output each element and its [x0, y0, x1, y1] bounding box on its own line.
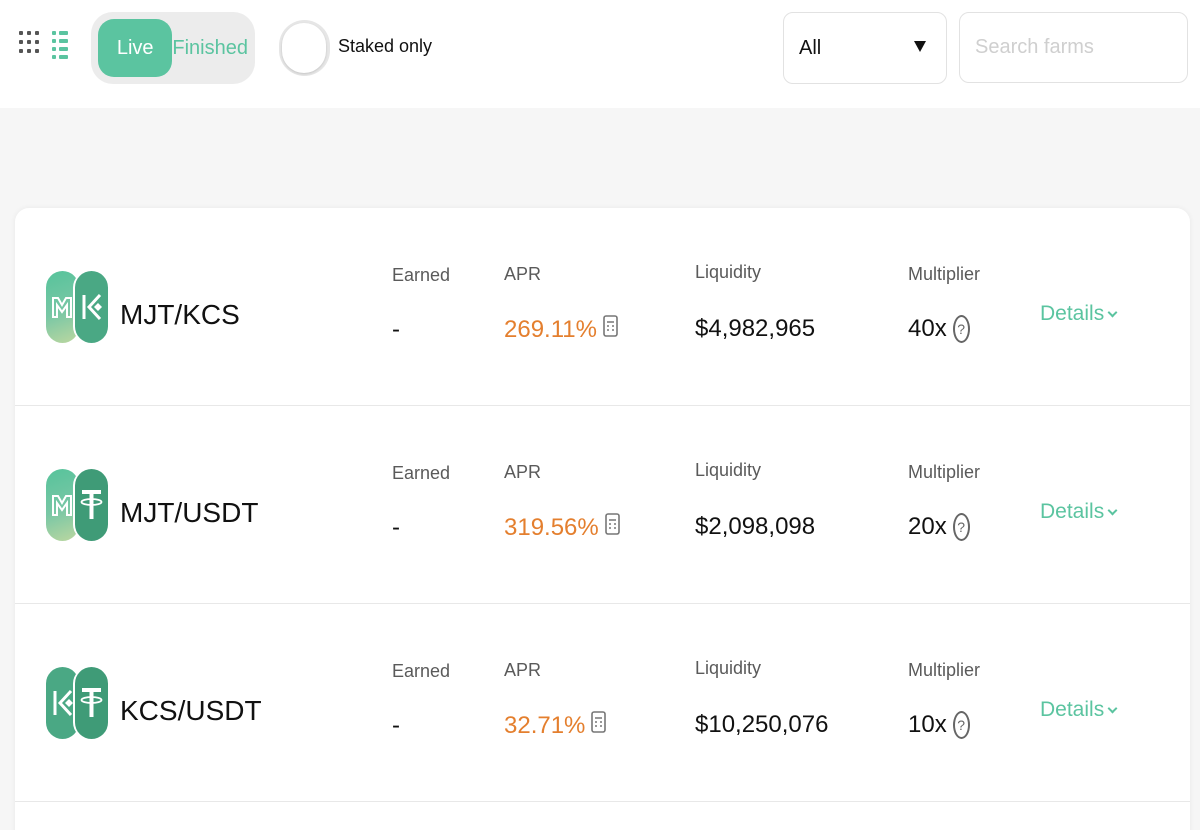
- calculator-icon[interactable]: [604, 513, 620, 542]
- grid-view-icon[interactable]: [19, 31, 39, 65]
- liquidity-label: Liquidity: [695, 460, 762, 480]
- multiplier-value-group: 10x ?: [908, 711, 970, 739]
- apr-value: 269.11%: [504, 315, 597, 343]
- liquidity-label: Liquidity: [695, 658, 762, 678]
- earned-label: Earned: [392, 661, 451, 681]
- token-pair: [46, 469, 110, 541]
- earned-value: -: [392, 316, 400, 343]
- multiplier-label: Multiplier: [908, 462, 981, 482]
- liquidity-value: $10,250,076: [695, 711, 829, 738]
- multiplier-value-group: 40x ?: [908, 315, 970, 343]
- apr-label: APR: [504, 264, 542, 284]
- liquidity-label: Liquidity: [695, 262, 762, 282]
- apr-label: APR: [504, 462, 542, 482]
- apr-value-group: 32.71%: [504, 711, 607, 740]
- multiplier-value: 40x: [908, 315, 947, 342]
- farm-row: MJT/USDT Earned - APR 319.56% Liquidity …: [15, 406, 1190, 604]
- earned-value: -: [392, 514, 400, 541]
- farm-list: MJT/KCS Earned - APR 269.11% Liquidity $…: [15, 208, 1190, 830]
- toggle-knob: [282, 23, 326, 73]
- caret-down-icon: [914, 41, 926, 52]
- earned-value: -: [392, 712, 400, 739]
- finished-tab[interactable]: Finished: [172, 19, 248, 77]
- details-toggle[interactable]: Details: [1040, 698, 1118, 722]
- farm-filter-value: All: [799, 36, 822, 59]
- earned-label: Earned: [392, 265, 451, 285]
- details-toggle[interactable]: Details: [1040, 500, 1118, 524]
- apr-value: 319.56%: [504, 513, 599, 541]
- help-question-icon[interactable]: ?: [952, 513, 970, 541]
- multiplier-value-group: 20x ?: [908, 513, 970, 541]
- chevron-down-icon: [1107, 505, 1118, 515]
- details-label: Details: [1040, 500, 1105, 523]
- calculator-icon[interactable]: [603, 315, 618, 344]
- pair-name: MJT/USDT: [120, 497, 259, 528]
- usdt-icon: [75, 469, 108, 541]
- apr-value-group: 269.11%: [504, 315, 618, 344]
- details-toggle[interactable]: Details: [1040, 302, 1118, 326]
- calculator-icon[interactable]: [591, 711, 607, 740]
- list-view-icon[interactable]: [52, 31, 70, 65]
- live-finished-switch: Live Finished: [91, 12, 255, 84]
- token-pair: [46, 271, 110, 343]
- farm-toolbar: Live Finished Staked only All: [0, 0, 1200, 108]
- live-tab[interactable]: Live: [98, 19, 173, 77]
- search-farms-input[interactable]: [959, 12, 1188, 83]
- farm-row: MJT/KCS Earned - APR 269.11% Liquidity $…: [15, 208, 1190, 406]
- farm-filter-select[interactable]: All: [783, 12, 947, 84]
- staked-only-toggle[interactable]: [279, 20, 330, 76]
- kcs-icon: [75, 271, 108, 343]
- apr-label: APR: [504, 660, 542, 680]
- help-question-icon[interactable]: ?: [952, 315, 970, 343]
- token-pair: [46, 667, 110, 739]
- farm-row: KCS/USDT Earned - APR 32.71% Liquidity $…: [15, 604, 1190, 802]
- help-question-icon[interactable]: ?: [952, 711, 970, 739]
- apr-value-group: 319.56%: [504, 513, 620, 542]
- chevron-down-icon: [1107, 307, 1118, 317]
- farm-row: [15, 802, 1190, 830]
- details-label: Details: [1040, 698, 1105, 721]
- multiplier-value: 20x: [908, 513, 947, 540]
- multiplier-value: 10x: [908, 711, 947, 738]
- chevron-down-icon: [1107, 703, 1118, 713]
- pair-name: KCS/USDT: [120, 695, 262, 726]
- details-label: Details: [1040, 302, 1105, 325]
- multiplier-label: Multiplier: [908, 264, 981, 284]
- earned-label: Earned: [392, 463, 451, 483]
- liquidity-value: $4,982,965: [695, 315, 816, 342]
- liquidity-value: $2,098,098: [695, 513, 816, 540]
- apr-value: 32.71%: [504, 711, 586, 739]
- pair-name: MJT/KCS: [120, 299, 240, 330]
- multiplier-label: Multiplier: [908, 660, 981, 680]
- usdt-icon: [75, 667, 108, 739]
- staked-only-label: Staked only: [338, 36, 433, 56]
